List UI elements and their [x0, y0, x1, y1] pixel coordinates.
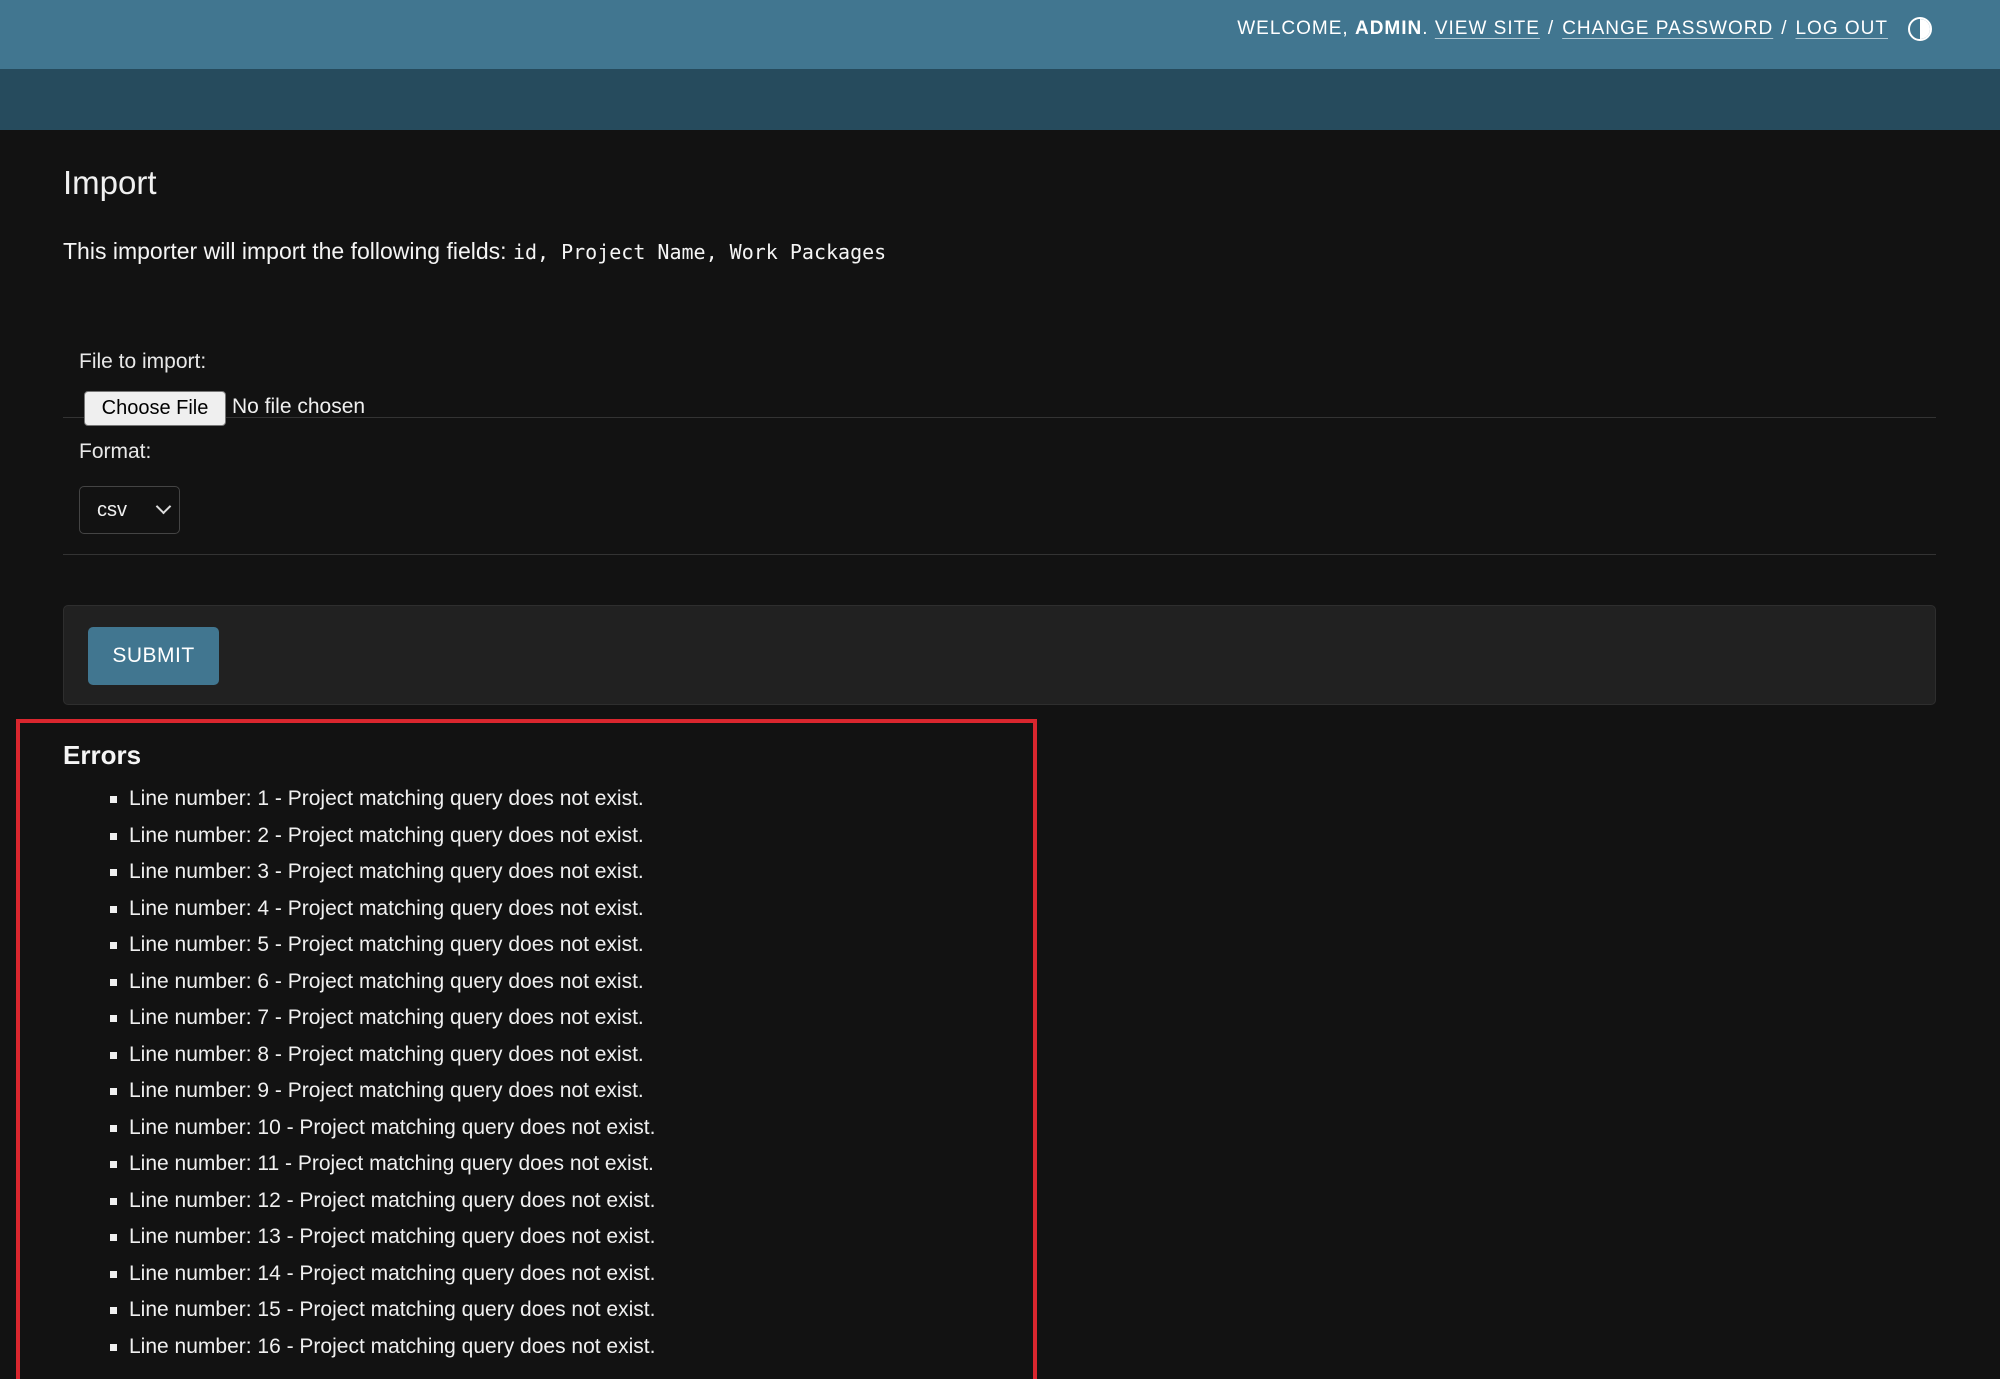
- log-out-link[interactable]: Log out: [1795, 18, 1888, 40]
- username-period: .: [1422, 18, 1429, 39]
- error-item: Line number: 5 - Project matching query …: [108, 933, 655, 970]
- error-item: Line number: 9 - Project matching query …: [108, 1079, 655, 1116]
- error-item: Line number: 6 - Project matching query …: [108, 970, 655, 1007]
- format-select[interactable]: csv: [79, 486, 180, 534]
- file-import-label: File to import:: [79, 350, 207, 373]
- error-item: Line number: 14 - Project matching query…: [108, 1262, 655, 1299]
- page-title: Import: [63, 164, 157, 201]
- error-item: Line number: 4 - Project matching query …: [108, 897, 655, 934]
- format-row: Format: csv: [63, 418, 1936, 555]
- error-item: Line number: 13 - Project matching query…: [108, 1225, 655, 1262]
- submit-button[interactable]: SUBMIT: [88, 627, 219, 685]
- user-tools: Welcome, admin. View site / Change passw…: [1237, 17, 1932, 41]
- submit-row: SUBMIT: [63, 605, 1936, 705]
- import-fields: id, Project Name, Work Packages: [512, 240, 887, 264]
- chevron-down-icon: [155, 498, 172, 515]
- separator: /: [1547, 18, 1555, 39]
- error-item: Line number: 8 - Project matching query …: [108, 1043, 655, 1080]
- format-selected-value: csv: [97, 498, 127, 521]
- welcome-text: Welcome,: [1237, 18, 1349, 39]
- intro-text: This importer will import the following …: [63, 238, 507, 264]
- errors-title: Errors: [63, 740, 142, 770]
- error-item: Line number: 1 - Project matching query …: [108, 787, 655, 824]
- error-item: Line number: 11 - Project matching query…: [108, 1152, 655, 1189]
- errors-list: Line number: 1 - Project matching query …: [108, 787, 655, 1371]
- error-item: Line number: 2 - Project matching query …: [108, 824, 655, 861]
- format-label: Format:: [79, 440, 152, 463]
- change-password-link[interactable]: Change password: [1562, 18, 1773, 40]
- importer-intro: This importer will import the following …: [63, 238, 886, 265]
- site-header: Welcome, admin. View site / Change passw…: [0, 0, 2000, 69]
- error-item: Line number: 7 - Project matching query …: [108, 1006, 655, 1043]
- error-item: Line number: 10 - Project matching query…: [108, 1116, 655, 1153]
- breadcrumb-bar: [0, 69, 2000, 130]
- error-item: Line number: 3 - Project matching query …: [108, 860, 655, 897]
- error-item: Line number: 12 - Project matching query…: [108, 1189, 655, 1226]
- contrast-toggle-icon[interactable]: [1908, 17, 1932, 41]
- error-item: Line number: 16 - Project matching query…: [108, 1335, 655, 1372]
- separator: /: [1781, 18, 1788, 39]
- file-status-text: No file chosen: [232, 395, 366, 418]
- error-item: Line number: 15 - Project matching query…: [108, 1298, 655, 1335]
- view-site-link[interactable]: View site: [1435, 18, 1540, 40]
- username: admin: [1354, 18, 1423, 39]
- file-import-row: File to import: Choose File No file chos…: [63, 308, 1936, 426]
